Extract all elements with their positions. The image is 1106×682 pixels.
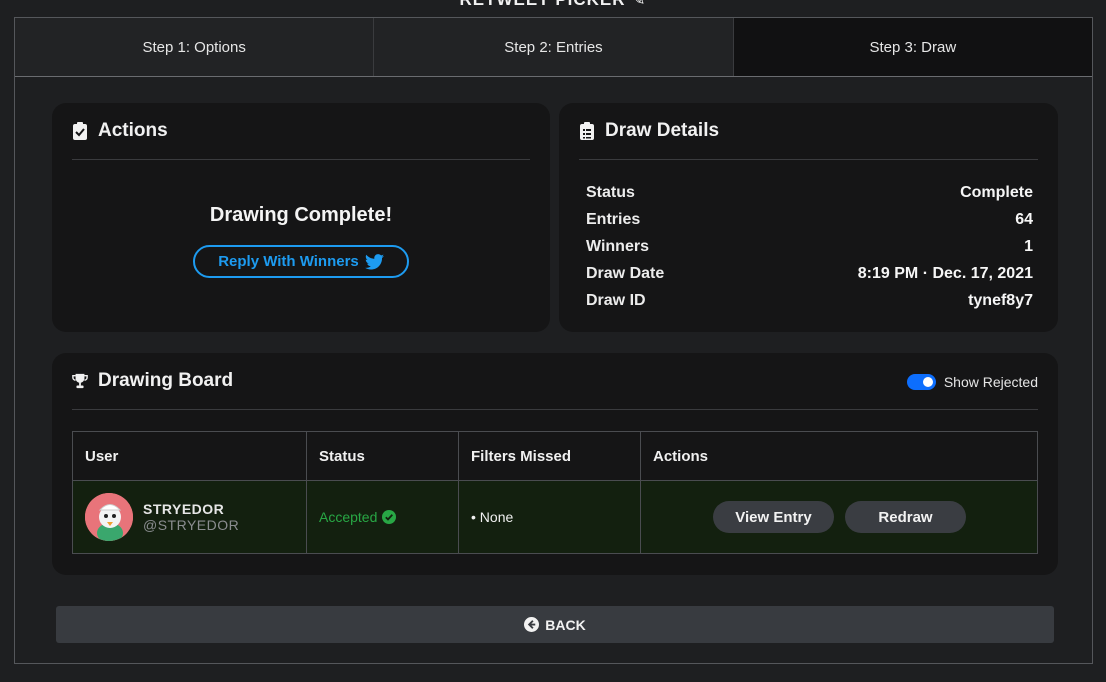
detail-row-status: Status Complete [586, 179, 1033, 206]
arrow-left-circle-icon [524, 617, 540, 632]
user-display-name: STRYEDOR [143, 501, 225, 517]
clipboard-check-icon [73, 122, 87, 140]
app-header: RETWEET PICKER ✎ [0, 0, 1106, 16]
avatar-image [85, 493, 133, 541]
clipboard-list-icon [580, 122, 594, 140]
detail-value: 1 [1024, 237, 1033, 255]
show-rejected-toggle[interactable] [906, 374, 936, 390]
detail-row-draw-id: Draw ID tynef8y7 [586, 287, 1033, 314]
detail-value: Complete [960, 183, 1033, 201]
detail-label: Draw ID [586, 291, 646, 309]
actions-card-title: Actions [98, 120, 168, 141]
draw-details-header: Draw Details [579, 103, 1038, 160]
detail-label: Winners [586, 237, 649, 255]
detail-value: 8:19 PM · Dec. 17, 2021 [857, 264, 1033, 282]
actions-card-header: Actions [72, 103, 530, 160]
trophy-icon [72, 373, 88, 389]
app-title: RETWEET PICKER ✎ [0, 0, 1106, 10]
drawing-board-card: Drawing Board Show Rejected User Status … [52, 353, 1058, 575]
details-list: Status Complete Entries 64 Winners 1 Dra… [586, 179, 1033, 314]
check-circle-icon [382, 510, 397, 524]
detail-value: 64 [1015, 210, 1033, 228]
detail-label: Draw Date [586, 264, 665, 282]
view-entry-button[interactable]: View Entry [713, 501, 834, 533]
drawing-board-header: Drawing Board [72, 353, 1038, 410]
tab-step-entries[interactable]: Step 2: Entries [374, 18, 734, 76]
entries-table: User Status Filters Missed Actions STRYE… [72, 431, 1038, 554]
user-handle: @STRYEDOR [143, 517, 240, 533]
table-header-row: User Status Filters Missed Actions [72, 431, 1038, 481]
filters-cell: • None [458, 480, 641, 554]
column-header-filters: Filters Missed [458, 431, 641, 481]
detail-label: Entries [586, 210, 641, 228]
column-header-status: Status [306, 431, 459, 481]
twitter-icon [364, 253, 384, 270]
detail-row-draw-date: Draw Date 8:19 PM · Dec. 17, 2021 [586, 260, 1033, 287]
draw-details-card: Draw Details Status Complete Entries 64 … [559, 103, 1058, 332]
detail-row-entries: Entries 64 [586, 206, 1033, 233]
status-label: Accepted [319, 509, 378, 525]
reply-button-label: Reply With Winners [218, 253, 359, 270]
drawing-board-title: Drawing Board [98, 370, 234, 391]
redraw-button[interactable]: Redraw [845, 501, 966, 533]
back-button[interactable]: BACK [56, 606, 1054, 643]
status-badge: Accepted [319, 509, 458, 525]
show-rejected-control: Show Rejected [906, 374, 1038, 390]
actions-cell: View Entry Redraw [640, 480, 1038, 554]
draw-details-title: Draw Details [605, 120, 720, 141]
detail-value: tynef8y7 [968, 291, 1033, 309]
table-row: STRYEDOR @STRYEDOR Accepted • None View … [72, 480, 1038, 554]
filters-missed-value: • None [471, 508, 514, 525]
back-button-label: BACK [545, 616, 586, 633]
avatar[interactable] [85, 493, 133, 541]
status-cell: Accepted [306, 480, 459, 554]
detail-row-winners: Winners 1 [586, 233, 1033, 260]
tab-step-draw[interactable]: Step 3: Draw [733, 18, 1092, 76]
detail-label: Status [586, 183, 635, 201]
step-tabs: Step 1: Options Step 2: Entries Step 3: … [15, 18, 1092, 77]
show-rejected-label: Show Rejected [943, 374, 1038, 390]
main-frame: Step 1: Options Step 2: Entries Step 3: … [14, 17, 1093, 664]
column-header-user: User [72, 431, 307, 481]
actions-card: Actions Drawing Complete! Reply With Win… [52, 103, 550, 332]
reply-with-winners-button[interactable]: Reply With Winners [193, 245, 409, 278]
drawing-complete-title: Drawing Complete! [209, 204, 393, 226]
column-header-actions: Actions [640, 431, 1038, 481]
tab-step-options[interactable]: Step 1: Options [15, 18, 375, 76]
user-cell: STRYEDOR @STRYEDOR [72, 480, 307, 554]
